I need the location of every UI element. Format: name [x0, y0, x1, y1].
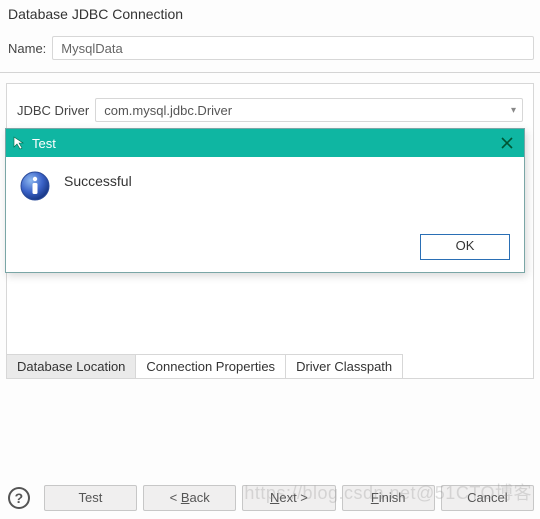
jdbc-driver-value: com.mysql.jdbc.Driver	[104, 103, 232, 118]
close-button[interactable]	[498, 134, 516, 152]
cursor-icon	[12, 136, 26, 150]
cancel-button[interactable]: Cancel	[441, 485, 534, 511]
tab-database-location[interactable]: Database Location	[6, 354, 136, 379]
tab-driver-classpath[interactable]: Driver Classpath	[285, 354, 403, 379]
close-icon	[501, 137, 513, 149]
name-row: Name:	[0, 32, 540, 73]
jdbc-driver-select[interactable]: com.mysql.jdbc.Driver ▾	[95, 98, 523, 122]
ok-button[interactable]: OK	[420, 234, 510, 260]
dialog-button-row: OK	[420, 234, 510, 260]
info-icon	[20, 171, 50, 201]
chevron-down-icon: ▾	[511, 105, 516, 116]
test-button[interactable]: Test	[44, 485, 137, 511]
name-input[interactable]	[52, 36, 534, 60]
tabs: Database Location Connection Properties …	[6, 354, 402, 379]
jdbc-driver-label: JDBC Driver	[17, 103, 89, 118]
dialog-title: Test	[32, 136, 56, 151]
wizard-footer: ? Test < Back Next > Finish Cancel	[0, 477, 540, 519]
dialog-body: Successful	[6, 157, 524, 201]
tab-connection-properties[interactable]: Connection Properties	[135, 354, 286, 379]
dialog-message: Successful	[64, 171, 132, 189]
next-button[interactable]: Next >	[242, 485, 335, 511]
dialog-titlebar: Test	[6, 129, 524, 157]
page-title: Database JDBC Connection	[0, 0, 540, 32]
finish-button[interactable]: Finish	[342, 485, 435, 511]
back-button[interactable]: < Back	[143, 485, 236, 511]
name-label: Name:	[8, 41, 46, 56]
help-icon[interactable]: ?	[8, 487, 30, 509]
jdbc-driver-row: JDBC Driver com.mysql.jdbc.Driver ▾	[7, 84, 533, 126]
test-dialog: Test Successful	[5, 128, 525, 273]
